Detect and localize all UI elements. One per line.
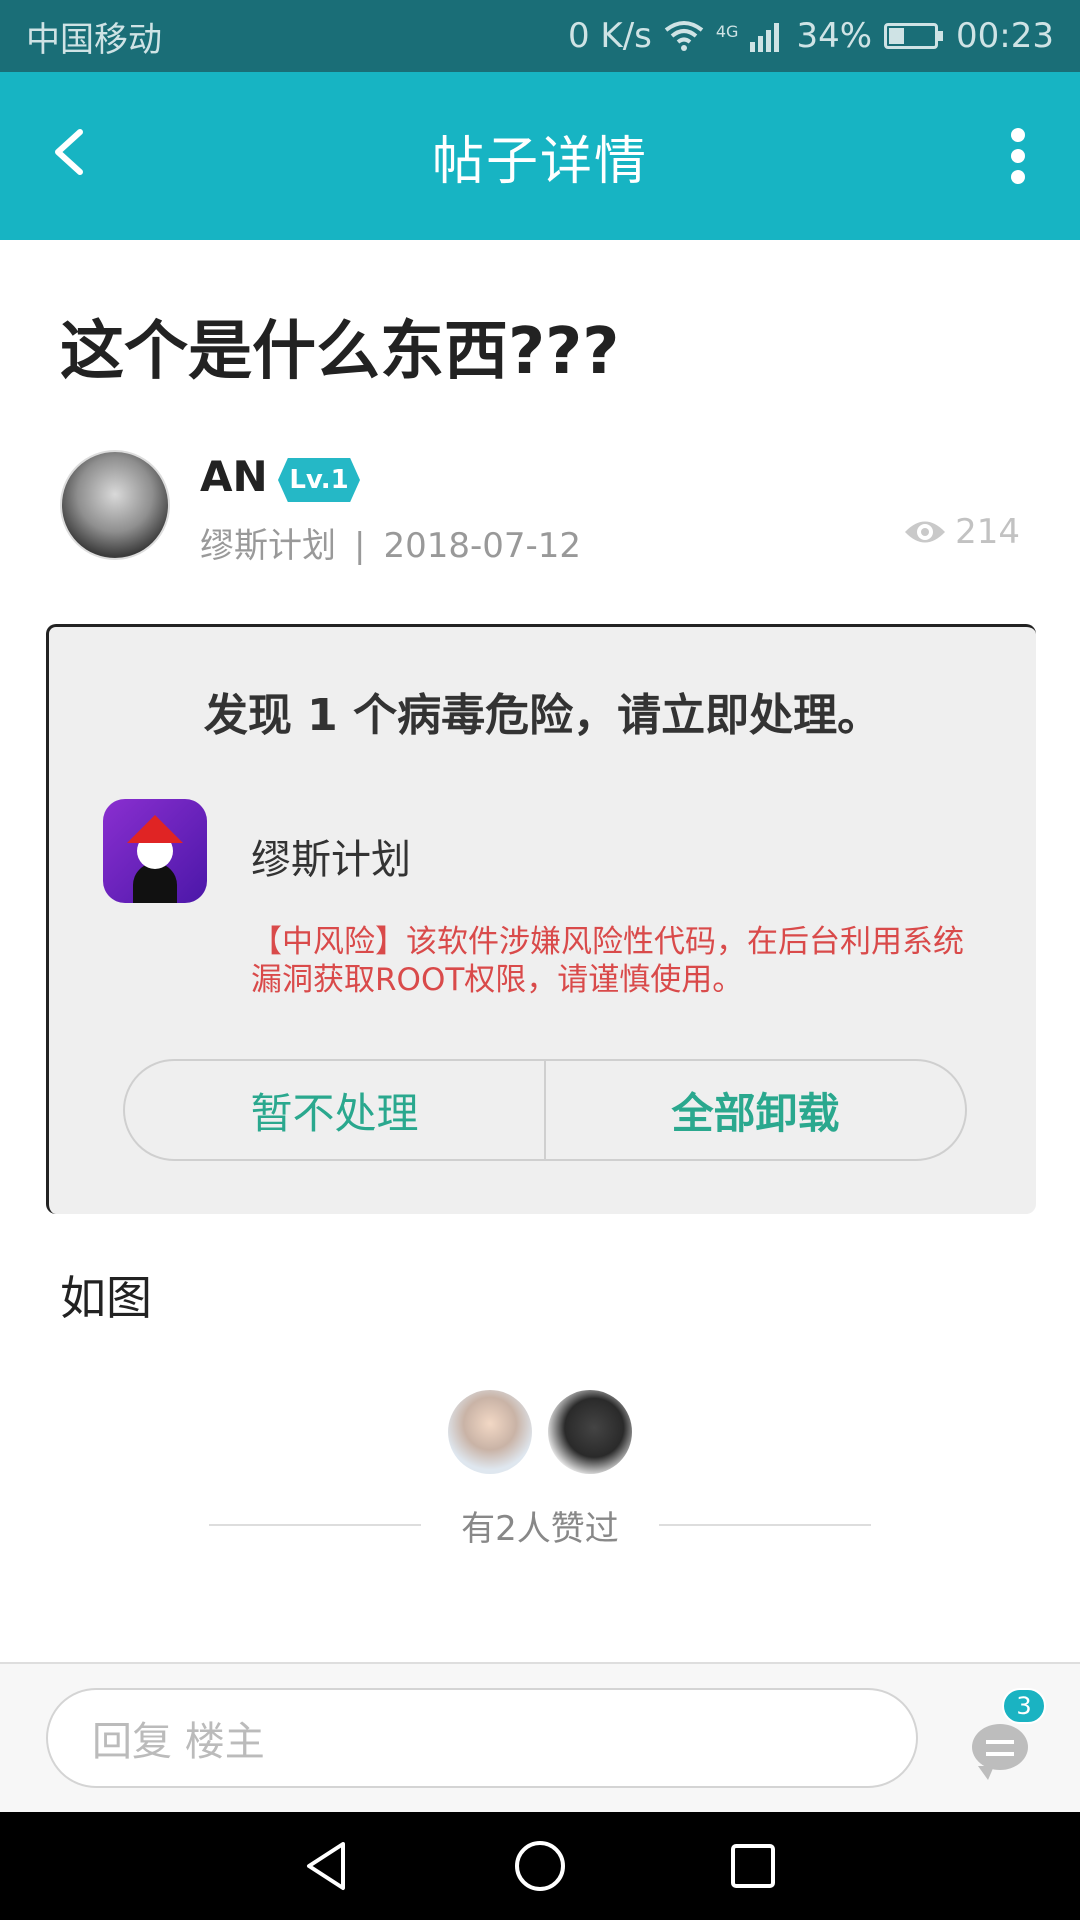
divider xyxy=(209,1524,422,1526)
uninstall-all-button: 全部卸载 xyxy=(671,1088,840,1138)
app-icon xyxy=(103,799,207,903)
net-speed: 0 K/s xyxy=(567,16,652,56)
app-header: 帖子详情 xyxy=(0,72,1080,240)
wifi-icon xyxy=(664,21,704,51)
battery-icon xyxy=(884,23,944,49)
more-icon xyxy=(1011,128,1025,142)
nav-back-icon[interactable] xyxy=(297,1836,357,1896)
reply-bar: 回复 楼主 3 xyxy=(0,1662,1080,1812)
comment-count-badge: 3 xyxy=(1002,1688,1046,1724)
signal-icon xyxy=(750,23,780,52)
liker-avatars xyxy=(448,1390,632,1474)
reply-input[interactable]: 回复 楼主 xyxy=(46,1688,918,1788)
clock: 00:23 xyxy=(956,16,1054,56)
back-button[interactable] xyxy=(40,122,100,182)
network-type: 4G xyxy=(715,22,739,41)
author-name[interactable]: AN xyxy=(200,452,268,501)
back-icon xyxy=(55,129,83,175)
liker-avatar[interactable] xyxy=(548,1390,632,1474)
battery-percent: 34% xyxy=(796,16,873,56)
likes-summary: 有2人赞过 xyxy=(0,1500,1080,1550)
meta-separator: | xyxy=(354,526,366,566)
comments-button[interactable]: 3 xyxy=(962,1688,1046,1780)
carrier-label: 中国移动 xyxy=(26,19,162,60)
system-nav-bar xyxy=(0,1812,1080,1920)
post-title: 这个是什么东西??? xyxy=(60,315,620,389)
post-date: 2018-07-12 xyxy=(383,526,582,566)
more-button[interactable] xyxy=(1006,128,1030,184)
status-right: 0 K/s 4G 34% 00:23 xyxy=(568,16,1054,56)
page-title: 帖子详情 xyxy=(431,131,648,192)
status-bar: 中国移动 0 K/s 4G 34% 00:23 xyxy=(0,0,1080,72)
flagged-app-name: 缪斯计划 xyxy=(251,837,411,883)
likes-text[interactable]: 有2人赞过 xyxy=(461,1501,619,1550)
virus-alert-headline: 发现 1 个病毒危险，请立即处理。 xyxy=(203,690,882,741)
nav-recents-icon[interactable] xyxy=(723,1836,783,1896)
post-meta: 缪斯计划 | 2018-07-12 xyxy=(200,518,581,567)
eye-icon xyxy=(905,521,946,543)
alert-buttons: 暂不处理 全部卸载 xyxy=(123,1059,967,1161)
view-count-value: 214 xyxy=(955,512,1020,552)
level-badge: Lv.1 xyxy=(278,458,360,502)
divider xyxy=(658,1524,871,1526)
post-section[interactable]: 缪斯计划 xyxy=(200,526,336,566)
author-avatar[interactable] xyxy=(60,450,170,560)
post-image[interactable]: 发现 1 个病毒危险，请立即处理。 缪斯计划 【中风险】该软件涉嫌风险性代码，在… xyxy=(46,624,1036,1214)
ignore-button: 暂不处理 xyxy=(250,1088,419,1138)
view-count: 214 xyxy=(903,512,1020,552)
risk-warning: 【中风险】该软件涉嫌风险性代码，在后台利用系统漏洞获取ROOT权限，请谨慎使用。 xyxy=(251,924,964,998)
post-body: 如图 xyxy=(60,1271,152,1325)
nav-home-icon[interactable] xyxy=(510,1836,570,1896)
liker-avatar[interactable] xyxy=(448,1390,532,1474)
post-detail-screen: 中国移动 0 K/s 4G 34% 00:23 帖子详情 这个是什么东西??? … xyxy=(0,0,1080,1920)
